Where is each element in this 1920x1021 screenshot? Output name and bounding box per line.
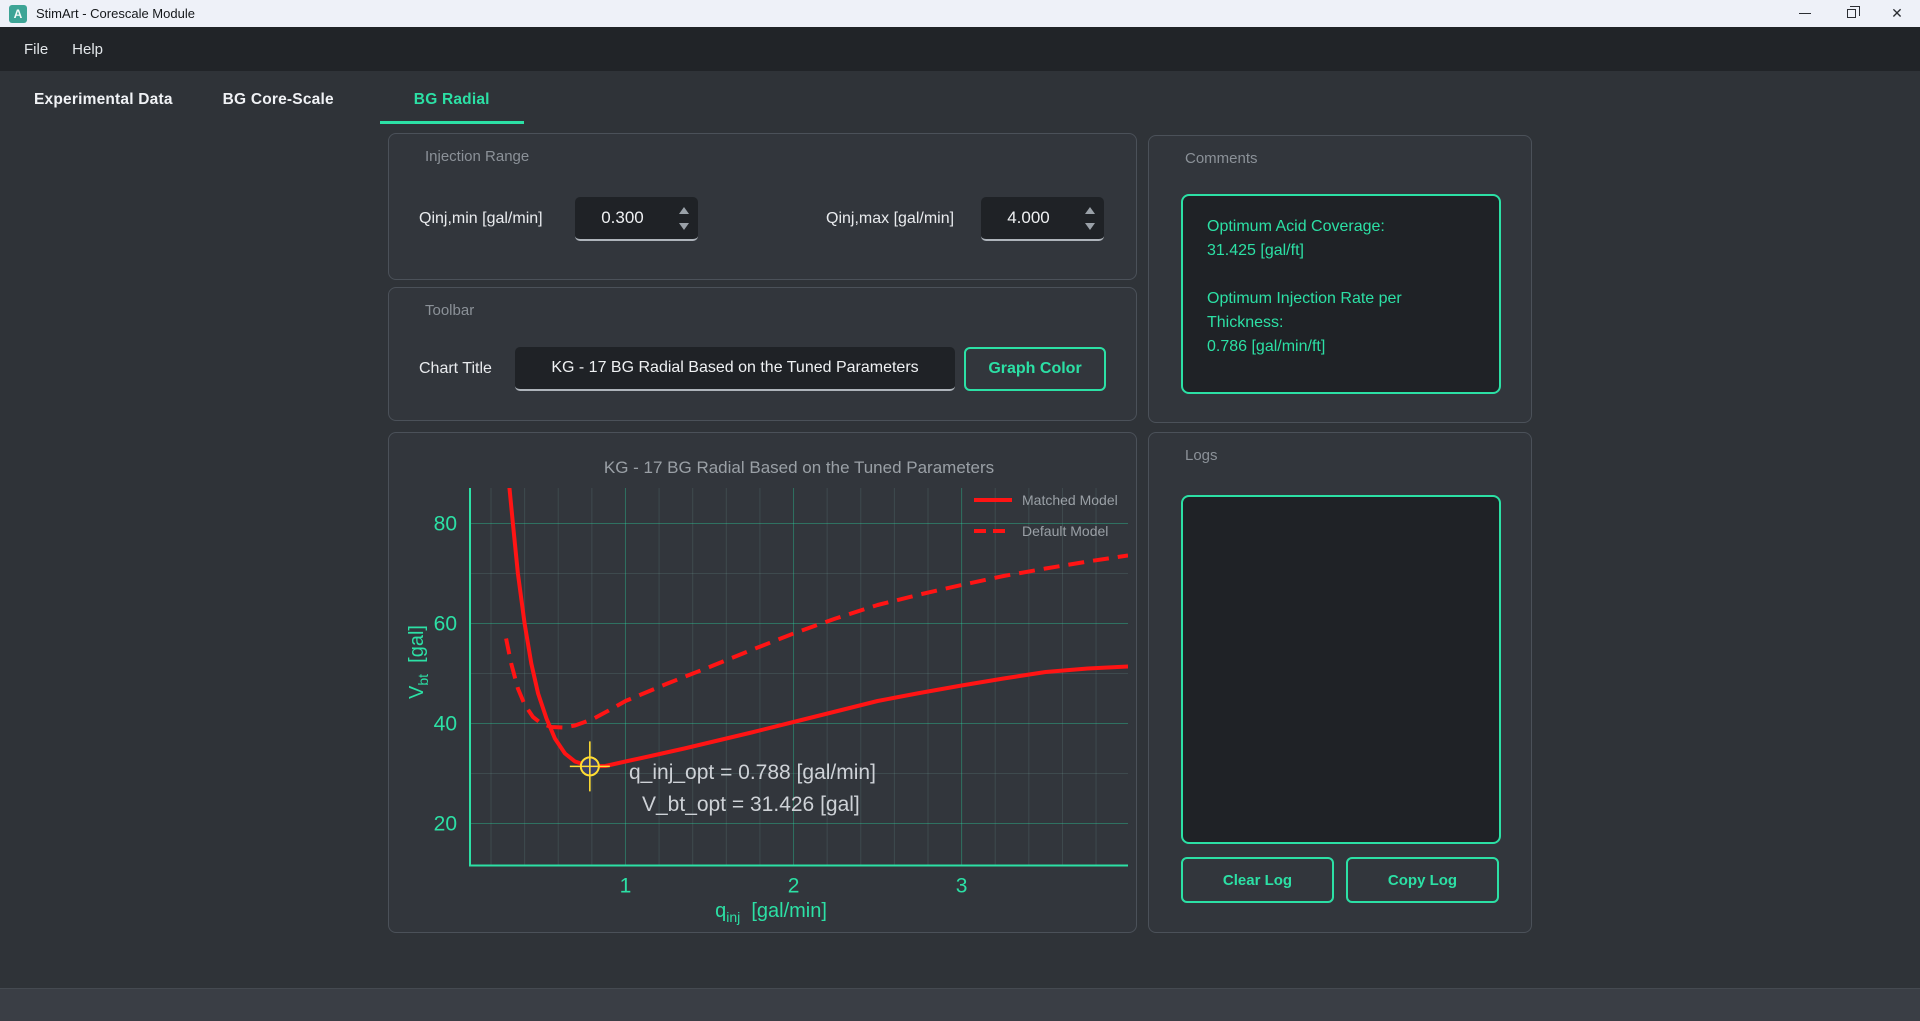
menu-file[interactable]: File xyxy=(12,35,60,64)
qinj-max-label: Qinj,max [gal/min] xyxy=(826,210,954,228)
chart-title-input[interactable] xyxy=(515,347,955,391)
close-icon: ✕ xyxy=(1891,5,1903,22)
y-tick-label: 80 xyxy=(434,513,457,536)
minimize-button[interactable] xyxy=(1782,0,1828,27)
titlebar: A StimArt - Corescale Module ✕ xyxy=(0,0,1920,27)
qinj-min-input[interactable] xyxy=(575,197,670,239)
restore-icon xyxy=(1847,9,1856,18)
qinj-max-spinbox[interactable] xyxy=(981,197,1104,241)
chart-panel: 1 2 3 20 40 60 80 KG - 17 BG Radial Based on th… xyxy=(388,432,1137,933)
x-tick-label: 1 xyxy=(620,875,632,898)
toolbar-title: Toolbar xyxy=(425,302,474,319)
status-bar xyxy=(0,988,1920,1021)
optimum-marker xyxy=(570,741,610,791)
y-tick-label: 40 xyxy=(434,713,457,736)
chart-title-label: Chart Title xyxy=(419,360,492,378)
comments-panel: Comments Optimum Acid Coverage: 31.425 [… xyxy=(1148,135,1532,423)
menubar: File Help xyxy=(0,27,1920,71)
clear-log-button[interactable]: Clear Log xyxy=(1181,857,1334,903)
menu-help[interactable]: Help xyxy=(60,35,115,64)
log-output[interactable] xyxy=(1181,495,1501,844)
spin-down-button[interactable] xyxy=(679,223,689,230)
close-button[interactable]: ✕ xyxy=(1874,0,1920,27)
comments-title: Comments xyxy=(1185,150,1258,167)
y-tick-label: 60 xyxy=(434,613,457,636)
restore-button[interactable] xyxy=(1828,0,1874,27)
legend-label: Matched Model xyxy=(1022,492,1118,508)
app-window: A StimArt - Corescale Module ✕ File Help… xyxy=(0,0,1920,1021)
qinj-max-input[interactable] xyxy=(981,197,1076,239)
tab-bg-radial[interactable]: BG Radial xyxy=(380,77,524,124)
x-axis-label: qinj [gal/min] xyxy=(715,900,827,925)
legend-label: Default Model xyxy=(1022,523,1108,539)
spin-down-button[interactable] xyxy=(1085,223,1095,230)
y-axis-label: Vbt [gal] xyxy=(406,625,431,699)
y-tick-label: 20 xyxy=(434,813,457,836)
tab-bar: Experimental Data BG Core-Scale BG Radia… xyxy=(0,71,1920,129)
annotation-text: q_inj_opt = 0.788 [gal/min] xyxy=(629,761,876,784)
logs-title: Logs xyxy=(1185,447,1218,464)
graph-color-button[interactable]: Graph Color xyxy=(964,347,1106,391)
logs-panel: Logs Clear Log Copy Log xyxy=(1148,432,1532,933)
spin-up-button[interactable] xyxy=(679,207,689,214)
chart: 1 2 3 20 40 60 80 KG - 17 BG Radial Based on th… xyxy=(389,433,1135,931)
annotation-text: V_bt_opt = 31.426 [gal] xyxy=(642,793,860,816)
qinj-min-label: Qinj,min [gal/min] xyxy=(419,210,543,228)
app-icon: A xyxy=(9,5,27,23)
series-default-model xyxy=(506,556,1128,728)
copy-log-button[interactable]: Copy Log xyxy=(1346,857,1499,903)
x-tick-label: 3 xyxy=(956,875,968,898)
tab-bg-core-scale[interactable]: BG Core-Scale xyxy=(219,77,338,124)
x-tick-label: 2 xyxy=(788,875,800,898)
window-title: StimArt - Corescale Module xyxy=(36,6,195,21)
injection-range-panel: Injection Range Qinj,min [gal/min] Qinj,… xyxy=(388,133,1137,280)
comments-text: Optimum Acid Coverage: 31.425 [gal/ft] O… xyxy=(1181,194,1501,394)
spin-up-button[interactable] xyxy=(1085,207,1095,214)
minimize-icon xyxy=(1799,13,1811,14)
chart-title: KG - 17 BG Radial Based on the Tuned Par… xyxy=(604,458,994,477)
toolbar-panel: Toolbar Chart Title Graph Color xyxy=(388,287,1137,421)
injection-range-title: Injection Range xyxy=(425,148,529,165)
tab-experimental-data[interactable]: Experimental Data xyxy=(30,77,177,124)
qinj-min-spinbox[interactable] xyxy=(575,197,698,241)
